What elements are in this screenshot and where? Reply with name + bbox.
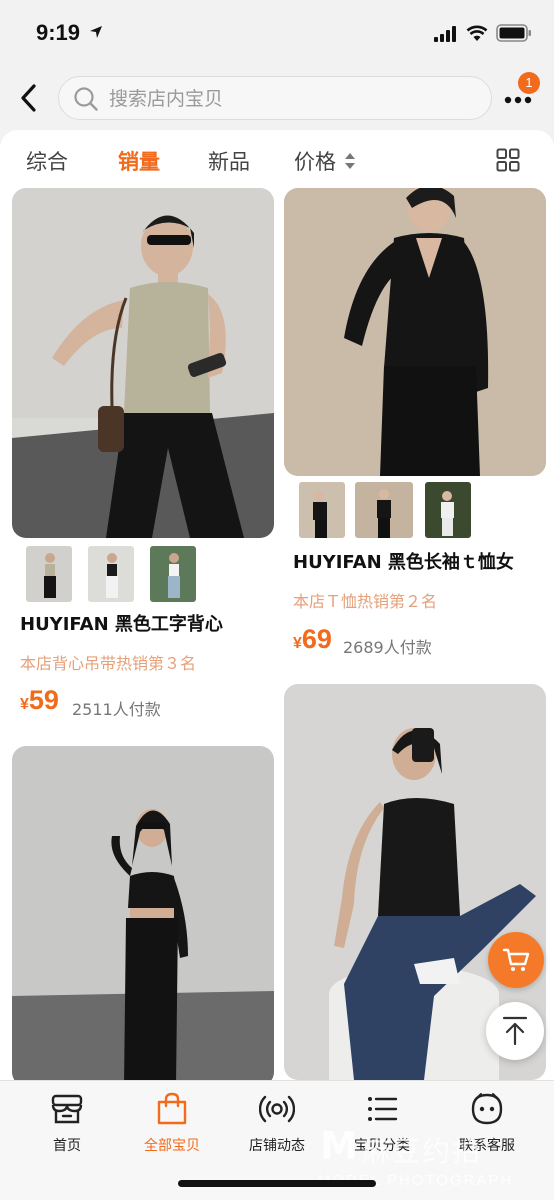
price-value: 69 — [301, 624, 332, 654]
scroll-to-top-button[interactable] — [486, 1002, 544, 1060]
variant-thumbnail[interactable] — [355, 482, 413, 538]
shop-icon — [51, 1094, 83, 1124]
tab-label: 店铺动态 — [249, 1138, 305, 1154]
product-image[interactable] — [12, 188, 274, 538]
nav-bar: 1 — [0, 66, 554, 130]
broadcast-icon — [259, 1095, 295, 1123]
more-menu-button[interactable]: 1 — [498, 72, 546, 122]
tab-label: 首页 — [53, 1138, 81, 1154]
variant-thumbnail[interactable] — [425, 482, 471, 538]
watermark-logo-icon: M — [320, 1124, 358, 1168]
product-image[interactable] — [12, 746, 274, 1080]
product-list-panel: 综合 销量 新品 价格 HUYIFAN 黑色工字背心 本店背心吊带热销第３名 ¥… — [0, 130, 554, 1080]
currency-symbol: ¥ — [20, 696, 29, 713]
product-title: HUYIFAN 黑色工字背心 — [20, 614, 223, 635]
product-card[interactable]: HUYIFAN 黑色长袖ｔ恤女 本店Ｔ恤热销第２名 ¥69 2689人付款 — [277, 130, 554, 680]
product-price: ¥69 — [293, 624, 332, 655]
product-card[interactable] — [0, 740, 277, 1080]
currency-symbol: ¥ — [293, 635, 302, 652]
cart-icon — [502, 948, 530, 971]
search-icon — [74, 87, 98, 111]
battery-icon — [496, 24, 531, 42]
bag-icon — [157, 1092, 187, 1125]
variant-thumbnail[interactable] — [150, 546, 196, 602]
watermark-cn-text: 麻豆约拍 — [362, 1135, 483, 1168]
tab-all-products[interactable]: 全部宝贝 — [122, 1087, 222, 1157]
product-price: ¥59 — [20, 685, 59, 716]
variant-thumbnail[interactable] — [26, 546, 72, 602]
product-image[interactable] — [284, 188, 546, 476]
search-box[interactable] — [58, 76, 492, 120]
product-rank-tag: 本店背心吊带热销第３名 — [20, 654, 197, 673]
tab-home[interactable]: 首页 — [17, 1087, 117, 1157]
tab-store-updates[interactable]: 店铺动态 — [227, 1087, 327, 1157]
notification-badge: 1 — [518, 72, 540, 94]
variant-thumbnail[interactable] — [88, 546, 134, 602]
wifi-icon — [466, 25, 488, 41]
status-time: 9:19 — [36, 20, 81, 45]
product-card[interactable]: HUYIFAN 黑色工字背心 本店背心吊带热销第３名 ¥59 2511人付款 — [0, 130, 277, 740]
cellular-signal-icon — [434, 26, 456, 42]
variant-thumbnail[interactable] — [299, 482, 345, 538]
location-arrow-icon — [90, 26, 102, 38]
price-value: 59 — [28, 685, 59, 715]
back-arrow-icon[interactable] — [14, 80, 46, 116]
service-face-icon — [471, 1093, 503, 1125]
more-dots-icon — [504, 96, 532, 104]
tab-label: 全部宝贝 — [144, 1138, 200, 1154]
search-input[interactable] — [109, 86, 469, 112]
list-icon — [368, 1097, 398, 1121]
product-rank-tag: 本店Ｔ恤热销第２名 — [293, 592, 438, 611]
product-sold-count: 2511人付款 — [72, 700, 161, 719]
product-title: HUYIFAN 黑色长袖ｔ恤女 — [293, 552, 514, 573]
arrow-up-icon — [502, 1016, 528, 1046]
home-indicator — [178, 1180, 376, 1187]
status-bar: 9:19 — [0, 0, 554, 66]
cart-float-button[interactable] — [488, 932, 544, 988]
product-sold-count: 2689人付款 — [343, 638, 432, 657]
